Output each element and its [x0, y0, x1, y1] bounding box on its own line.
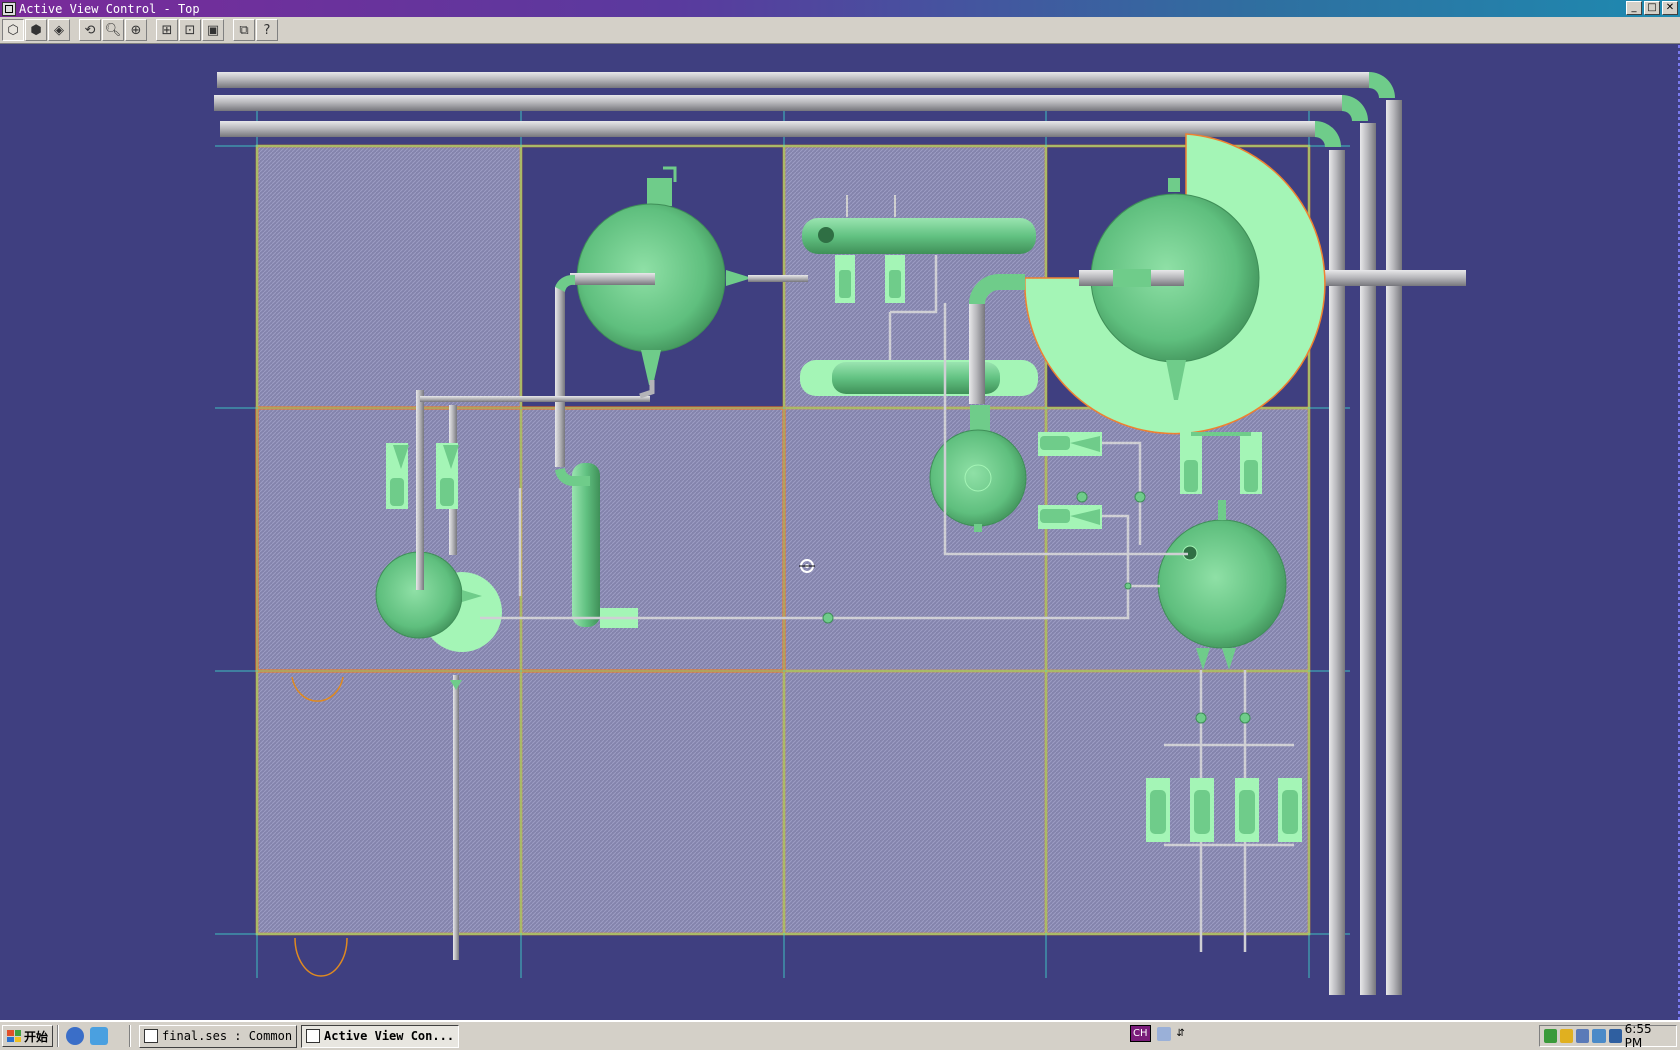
ime-icon[interactable]: [1156, 1026, 1171, 1041]
start-label: 开始: [24, 1029, 49, 1044]
app-icon: [144, 1029, 159, 1043]
window-controls: _ □ ✕: [1626, 1, 1678, 15]
maximize-button[interactable]: □: [1644, 1, 1660, 15]
plant-viewport[interactable]: [0, 45, 1680, 1020]
iso-view-2-icon[interactable]: ⬢: [25, 19, 47, 41]
display-icon[interactable]: [1592, 1029, 1606, 1043]
close-button[interactable]: ✕: [1662, 1, 1678, 15]
shield-icon[interactable]: [1560, 1029, 1574, 1043]
tray-app-icon[interactable]: [1608, 1029, 1622, 1043]
monitor-icon[interactable]: [1576, 1029, 1590, 1043]
task-button-final-ses[interactable]: final.ses : Common ...: [139, 1024, 298, 1048]
fit-window-icon[interactable]: ⊡: [179, 19, 201, 41]
language-options-icon[interactable]: ⇵: [1177, 1028, 1185, 1039]
system-tray: 6:55 PM: [1539, 1022, 1677, 1050]
language-bar: CH ⇵: [1130, 1025, 1185, 1042]
fit-all-icon[interactable]: ⊞: [156, 19, 178, 41]
window-title: Active View Control - Top: [19, 1, 200, 16]
minimize-button[interactable]: _: [1626, 1, 1642, 15]
frame-icon[interactable]: ▣: [202, 19, 224, 41]
clock[interactable]: 6:55 PM: [1625, 1022, 1670, 1050]
horizontal-drum-2[interactable]: [800, 360, 1038, 396]
windows-flag-icon: [7, 1030, 21, 1042]
iso-view-3-icon[interactable]: ◈: [48, 19, 70, 41]
zoom-area-icon[interactable]: ⊕: [125, 19, 147, 41]
task-button-active-view[interactable]: Active View Con...: [301, 1024, 460, 1048]
rotate-icon[interactable]: ⟲: [79, 19, 101, 41]
start-button[interactable]: 开始: [2, 1025, 54, 1047]
views-icon[interactable]: ⧉: [233, 19, 255, 41]
help-icon[interactable]: ?: [256, 19, 278, 41]
taskbar: 开始 final.ses : Common ... Active View Co…: [0, 1020, 1680, 1050]
navigate-group: ⟲ 🔍︎ ⊕: [79, 19, 148, 41]
iso-view-group: ⬡ ⬢ ◈: [2, 19, 71, 41]
network-icon[interactable]: [1544, 1029, 1558, 1043]
app-icon: [2, 1, 16, 16]
language-indicator[interactable]: CH: [1130, 1025, 1151, 1042]
drop-pipe[interactable]: [969, 304, 985, 404]
zoom-icon[interactable]: 🔍︎: [102, 19, 124, 41]
quicklaunch-ie-icon[interactable]: [90, 1027, 109, 1045]
misc-group: ⧉ ?: [233, 19, 279, 41]
fit-group: ⊞ ⊡ ▣: [156, 19, 225, 41]
iso-view-icon[interactable]: ⬡: [2, 19, 24, 41]
quicklaunch-browser-icon[interactable]: [66, 1027, 85, 1045]
title-bar: Active View Control - Top _ □ ✕: [0, 0, 1680, 17]
view-toolbar: ⬡ ⬢ ◈ ⟲ 🔍︎ ⊕ ⊞ ⊡ ▣ ⧉ ?: [0, 17, 1680, 44]
app-icon: [306, 1029, 321, 1043]
